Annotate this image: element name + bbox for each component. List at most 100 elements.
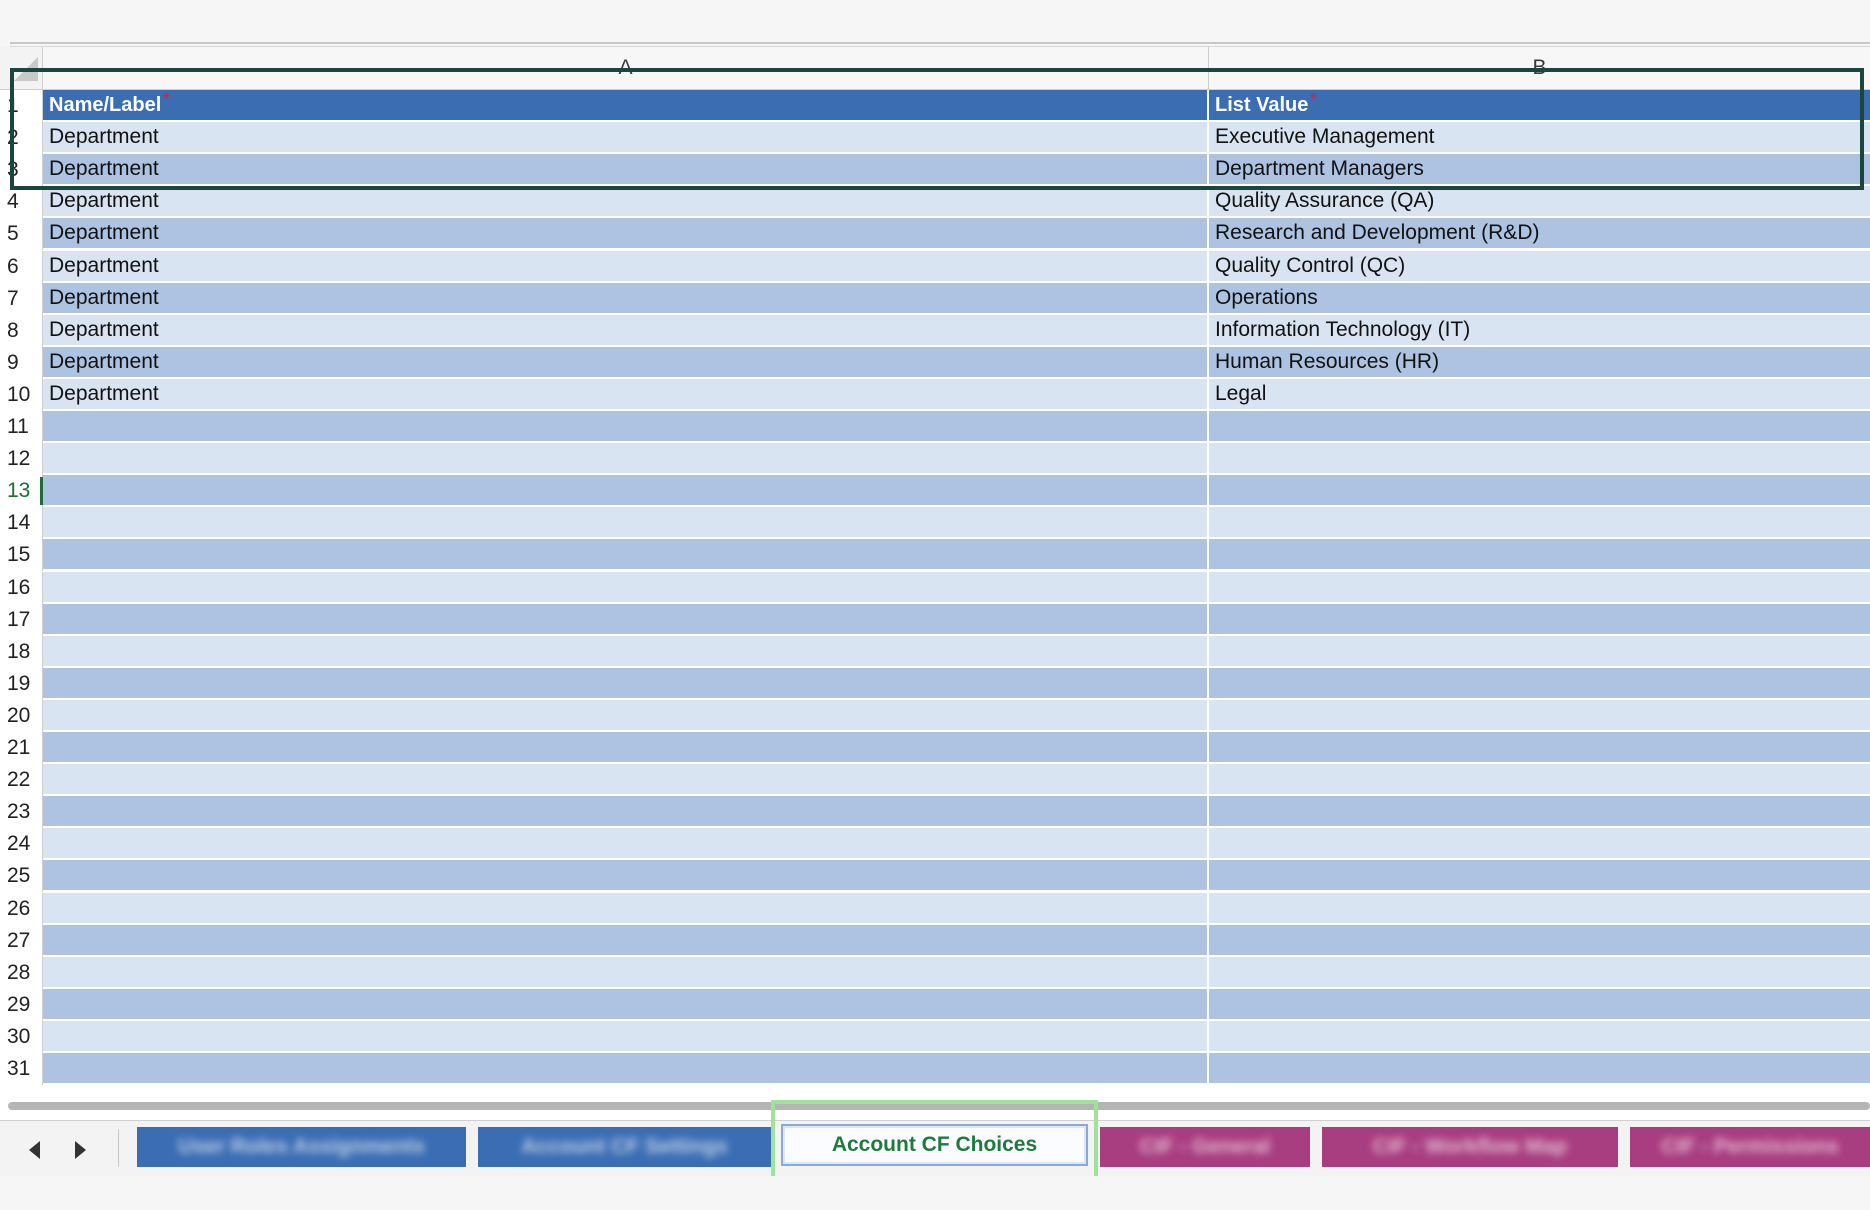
row-header[interactable]: 9 <box>0 346 43 379</box>
cell-a[interactable] <box>43 860 1207 891</box>
cell-a[interactable] <box>43 475 1207 506</box>
cell-b[interactable] <box>1209 1053 1870 1084</box>
cell-a[interactable] <box>43 699 1207 730</box>
header-cell-list-value[interactable]: List Value * <box>1209 90 1870 121</box>
column-header-b[interactable]: B <box>1209 47 1870 90</box>
row-header[interactable]: 10 <box>0 378 43 411</box>
cell-b[interactable] <box>1209 796 1870 827</box>
cell-a[interactable]: Department <box>43 218 1207 249</box>
tab-account-cf-choices[interactable]: Account CF Choices <box>781 1124 1088 1166</box>
cell-a[interactable] <box>43 956 1207 987</box>
cell-b[interactable] <box>1209 860 1870 891</box>
cell-b[interactable]: Research and Development (R&D) <box>1209 218 1870 249</box>
cell-a[interactable] <box>43 603 1207 634</box>
cell-b[interactable] <box>1209 1020 1870 1051</box>
cell-a[interactable] <box>43 635 1207 666</box>
row-header[interactable]: 17 <box>0 603 43 636</box>
cell-b[interactable] <box>1209 411 1870 442</box>
cell-a[interactable] <box>43 988 1207 1019</box>
tab-account-cf-settings[interactable]: Account CF Settings <box>478 1127 771 1167</box>
tab-user-roles-assignments[interactable]: User Roles Assignments <box>137 1127 466 1167</box>
row-header[interactable]: 20 <box>0 699 43 732</box>
cell-b[interactable]: Operations <box>1209 282 1870 313</box>
cell-b[interactable]: Department Managers <box>1209 154 1870 185</box>
row-header[interactable]: 7 <box>0 282 43 315</box>
cell-a[interactable] <box>43 1020 1207 1051</box>
cell-a[interactable] <box>43 667 1207 698</box>
row-header[interactable]: 29 <box>0 988 43 1021</box>
cell-b[interactable] <box>1209 699 1870 730</box>
cell-a[interactable] <box>43 764 1207 795</box>
cell-a[interactable] <box>43 924 1207 955</box>
cell-b[interactable] <box>1209 635 1870 666</box>
cell-a[interactable] <box>43 507 1207 538</box>
scrollbar-thumb[interactable] <box>8 1102 1870 1110</box>
row-header[interactable]: 31 <box>0 1053 43 1086</box>
cell-a[interactable]: Department <box>43 250 1207 281</box>
cell-a[interactable]: Department <box>43 314 1207 345</box>
tab-cif-general[interactable]: CIF - General <box>1100 1127 1310 1167</box>
cell-a[interactable]: Department <box>43 186 1207 217</box>
row-header[interactable]: 4 <box>0 186 43 219</box>
cell-a[interactable] <box>43 1053 1207 1084</box>
column-header-a[interactable]: A <box>43 47 1209 90</box>
row-header[interactable]: 16 <box>0 571 43 604</box>
row-header[interactable]: 26 <box>0 892 43 925</box>
next-sheet-button[interactable] <box>65 1135 95 1165</box>
cell-b[interactable]: Legal <box>1209 378 1870 409</box>
row-header[interactable]: 23 <box>0 796 43 829</box>
cell-b[interactable]: Quality Control (QC) <box>1209 250 1870 281</box>
cell-b[interactable]: Human Resources (HR) <box>1209 346 1870 377</box>
row-header[interactable]: 11 <box>0 411 43 444</box>
row-header[interactable]: 25 <box>0 860 43 893</box>
cell-b[interactable] <box>1209 988 1870 1019</box>
row-header[interactable]: 27 <box>0 924 43 957</box>
prev-sheet-button[interactable] <box>20 1135 50 1165</box>
row-header[interactable]: 15 <box>0 539 43 572</box>
tab-cif-permissions[interactable]: CIF - Permissions <box>1630 1127 1870 1167</box>
cell-a[interactable]: Department <box>43 378 1207 409</box>
row-header[interactable]: 6 <box>0 250 43 283</box>
cell-b[interactable] <box>1209 443 1870 474</box>
row-header[interactable]: 28 <box>0 956 43 989</box>
cell-a[interactable]: Department <box>43 346 1207 377</box>
cell-b[interactable] <box>1209 667 1870 698</box>
row-header[interactable]: 24 <box>0 828 43 861</box>
cell-a[interactable] <box>43 539 1207 570</box>
row-header[interactable]: 2 <box>0 122 43 155</box>
row-header[interactable]: 21 <box>0 732 43 765</box>
tab-cif-workflow-map[interactable]: CIF - Workflow Map <box>1322 1127 1618 1167</box>
cell-a[interactable] <box>43 892 1207 923</box>
cell-a[interactable] <box>43 796 1207 827</box>
select-all-corner[interactable] <box>0 47 43 90</box>
cell-a[interactable] <box>43 828 1207 859</box>
cell-b[interactable] <box>1209 892 1870 923</box>
cell-a[interactable] <box>43 411 1207 442</box>
cell-b[interactable]: Executive Management <box>1209 122 1870 153</box>
cell-b[interactable] <box>1209 475 1870 506</box>
cell-a[interactable]: Department <box>43 282 1207 313</box>
row-header[interactable]: 8 <box>0 314 43 347</box>
cell-a[interactable] <box>43 732 1207 763</box>
row-header[interactable]: 1 <box>0 90 43 123</box>
cell-b[interactable]: Quality Assurance (QA) <box>1209 186 1870 217</box>
cell-a[interactable] <box>43 443 1207 474</box>
cell-a[interactable]: Department <box>43 154 1207 185</box>
cell-b[interactable] <box>1209 732 1870 763</box>
cell-b[interactable] <box>1209 603 1870 634</box>
spreadsheet-grid[interactable]: A B 1 Name/Label * List Value * 2 Department Ex… <box>0 47 1870 1092</box>
row-header[interactable]: 14 <box>0 507 43 540</box>
row-header[interactable]: 19 <box>0 667 43 700</box>
cell-b[interactable] <box>1209 507 1870 538</box>
cell-b[interactable] <box>1209 956 1870 987</box>
cell-b[interactable]: Information Technology (IT) <box>1209 314 1870 345</box>
cell-a[interactable] <box>43 571 1207 602</box>
horizontal-scrollbar[interactable] <box>0 1092 1870 1120</box>
cell-a[interactable]: Department <box>43 122 1207 153</box>
row-header[interactable]: 12 <box>0 443 43 476</box>
row-header[interactable]: 13 <box>0 475 43 508</box>
row-header[interactable]: 18 <box>0 635 43 668</box>
cell-b[interactable] <box>1209 764 1870 795</box>
cell-b[interactable] <box>1209 924 1870 955</box>
row-header[interactable]: 22 <box>0 764 43 797</box>
